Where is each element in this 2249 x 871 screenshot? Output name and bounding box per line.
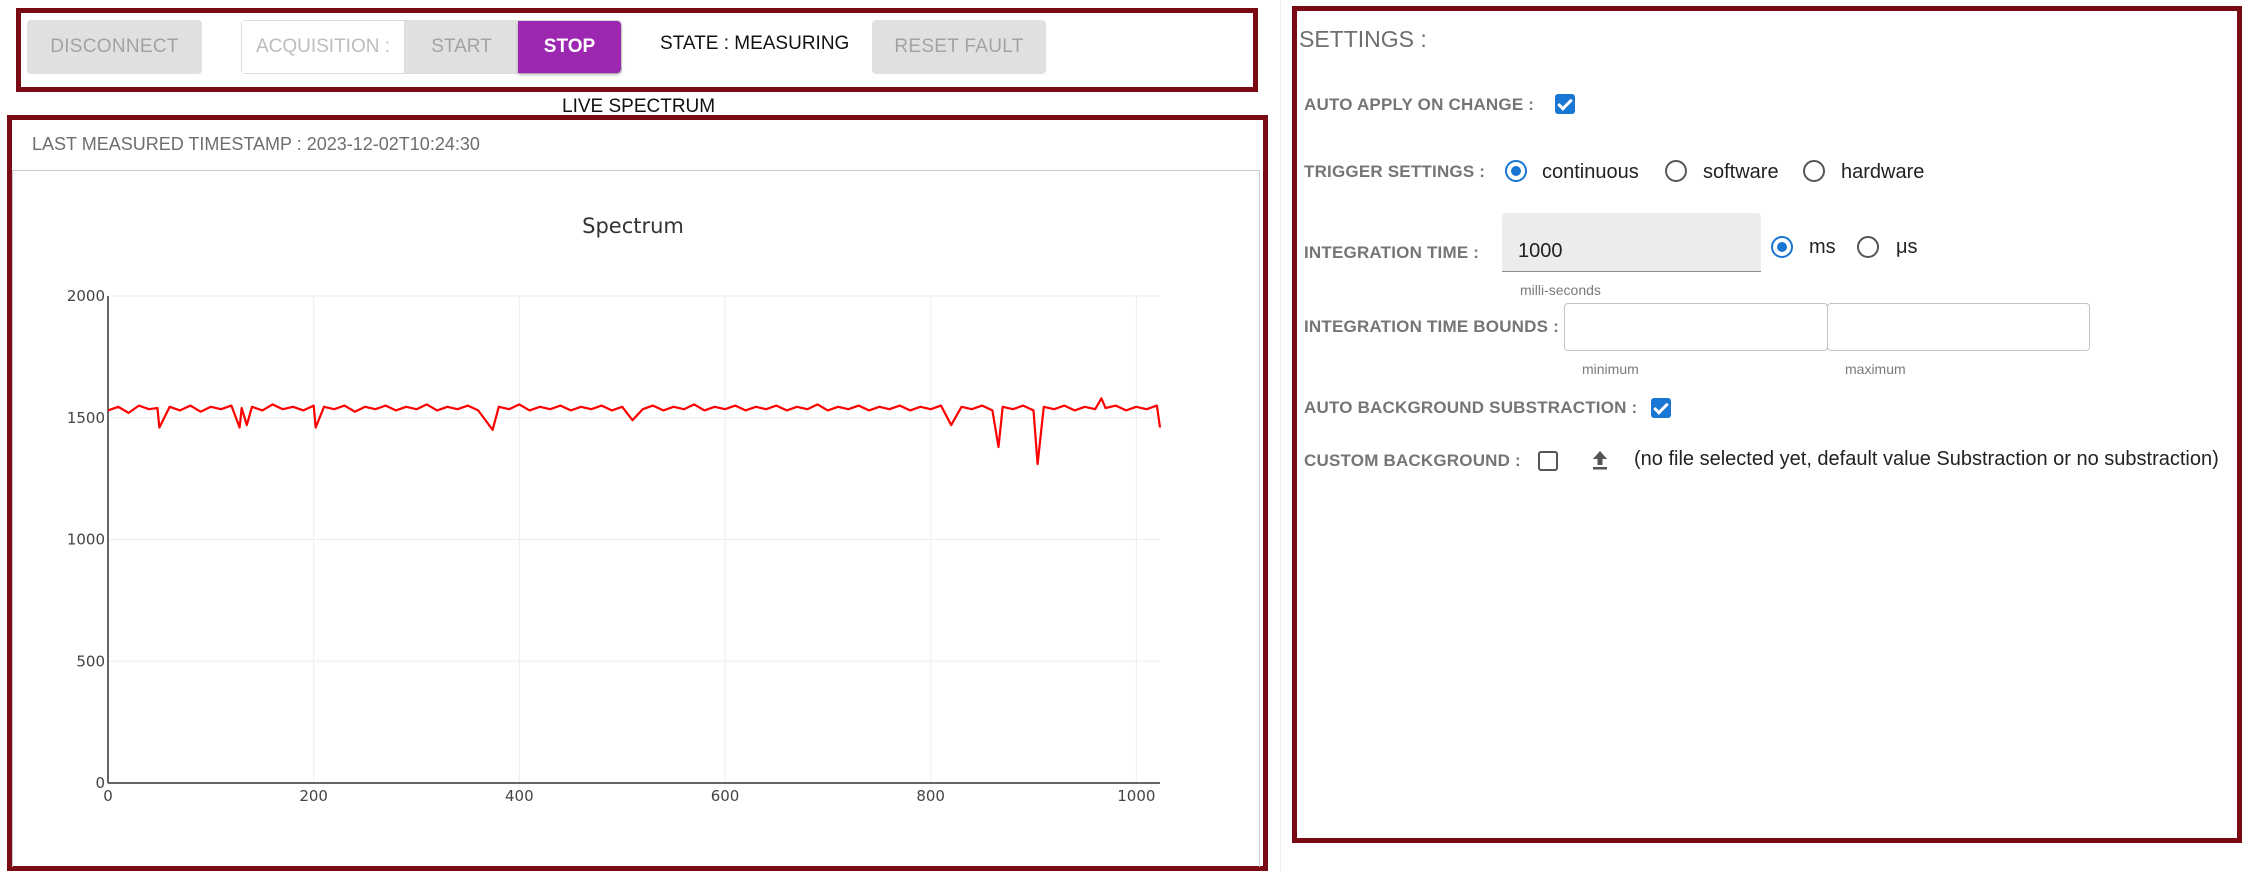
unit-ms-radio[interactable]: [1771, 236, 1793, 258]
bounds-maximum-input[interactable]: [1827, 303, 2090, 351]
reset-fault-button[interactable]: RESET FAULT: [872, 20, 1046, 74]
spectrum-series-line: [107, 397, 1162, 466]
start-button[interactable]: START: [405, 21, 518, 73]
state-indicator: STATE : MEASURING: [660, 33, 850, 54]
toolbar-frame: [16, 8, 1258, 92]
unit-us-label: μs: [1896, 236, 1918, 258]
upload-icon[interactable]: [1590, 449, 1610, 471]
unit-us-radio[interactable]: [1857, 236, 1879, 258]
spectrum-plot-container: Spectrum 0 200 400 600 800 1000 0 500 1000 1500 20…: [12, 170, 1260, 867]
trigger-continuous-label: continuous: [1542, 161, 1639, 183]
auto-apply-checkbox[interactable]: [1555, 94, 1575, 114]
integration-time-label: INTEGRATION TIME :: [1304, 243, 1480, 262]
integration-time-input[interactable]: 1000: [1502, 213, 1761, 272]
custom-background-note: (no file selected yet, default value Sub…: [1634, 448, 2219, 470]
x-tick-label: 400: [505, 787, 534, 805]
stop-button[interactable]: STOP: [518, 21, 621, 73]
spectrum-chart[interactable]: Spectrum 0 200 400 600 800 100005001000150020…: [13, 171, 1259, 868]
last-measured-timestamp: LAST MEASURED TIMESTAMP : 2023-12-02T10:…: [32, 134, 480, 154]
integration-bounds-label: INTEGRATION TIME BOUNDS :: [1304, 317, 1559, 336]
panel-divider: [1280, 0, 1281, 871]
bounds-minimum-helper: minimum: [1582, 361, 1639, 377]
x-tick-label: 200: [299, 787, 328, 805]
y-tick-label: 1500: [67, 409, 105, 427]
y-tick-label: 500: [76, 652, 105, 670]
x-tick-label: 600: [711, 787, 740, 805]
trigger-software-label: software: [1703, 161, 1779, 183]
x-tick-label: 800: [916, 787, 945, 805]
trigger-continuous-radio[interactable]: [1505, 160, 1527, 182]
trigger-settings-label: TRIGGER SETTINGS :: [1304, 162, 1486, 181]
auto-background-label: AUTO BACKGROUND SUBSTRACTION :: [1304, 398, 1638, 417]
y-tick-label: 2000: [67, 287, 105, 305]
live-spectrum-title: LIVE SPECTRUM: [562, 96, 716, 117]
auto-background-checkbox[interactable]: [1651, 398, 1671, 418]
trigger-hardware-radio[interactable]: [1803, 160, 1825, 182]
y-tick-label: 0: [95, 774, 105, 792]
settings-frame: [1292, 6, 2242, 843]
disconnect-button[interactable]: DISCONNECT: [27, 20, 202, 74]
trigger-hardware-label: hardware: [1841, 161, 1925, 183]
trigger-software-radio[interactable]: [1665, 160, 1687, 182]
bounds-maximum-helper: maximum: [1845, 361, 1906, 377]
custom-background-checkbox[interactable]: [1538, 451, 1558, 471]
bounds-minimum-input[interactable]: [1564, 303, 1828, 351]
chart-title: Spectrum: [582, 214, 684, 238]
x-tick-label: 1000: [1117, 787, 1155, 805]
integration-time-value: 1000: [1518, 240, 1563, 262]
y-tick-label: 1000: [67, 531, 105, 549]
integration-time-helper: milli-seconds: [1520, 282, 1601, 298]
settings-title: SETTINGS :: [1299, 26, 1427, 52]
auto-apply-label: AUTO APPLY ON CHANGE :: [1304, 95, 1535, 114]
acquisition-button-group: ACQUISITION : START STOP: [241, 20, 622, 74]
custom-background-label: CUSTOM BACKGROUND :: [1304, 451, 1521, 470]
acquisition-label: ACQUISITION :: [242, 21, 405, 73]
unit-ms-label: ms: [1809, 236, 1836, 258]
